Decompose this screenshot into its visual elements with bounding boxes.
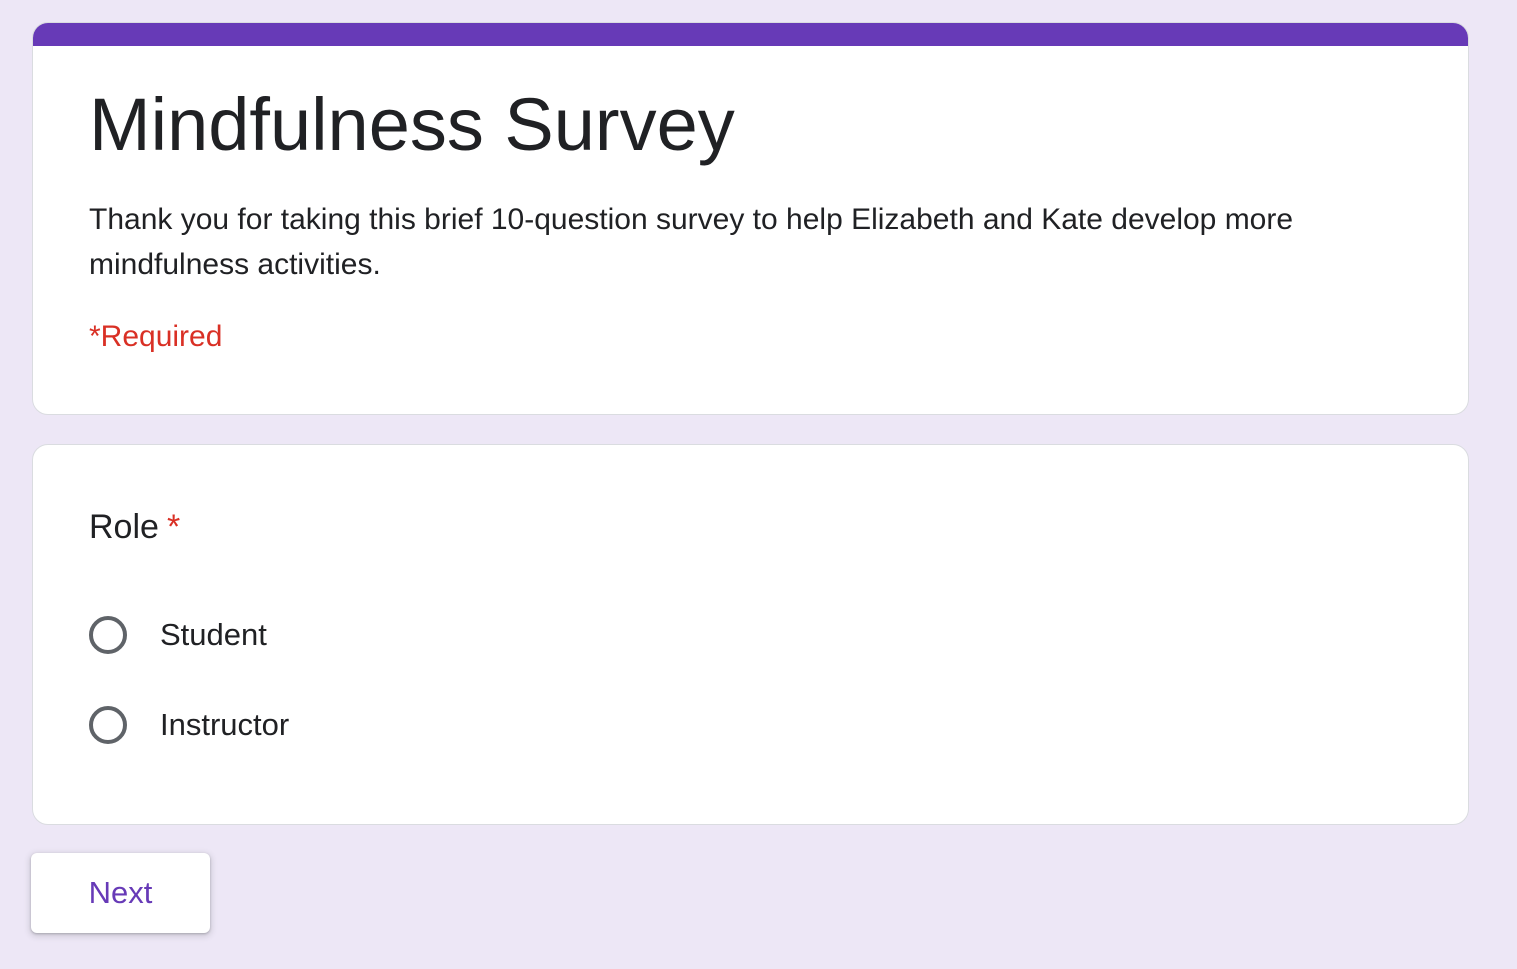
header-accent-bar (33, 23, 1468, 46)
form-title: Mindfulness Survey (89, 83, 735, 166)
required-star: * (166, 508, 181, 546)
radio-button-icon[interactable] (89, 706, 127, 744)
radio-option-student[interactable]: Student (89, 610, 267, 660)
required-note: *Required (89, 320, 223, 353)
question-title-text: Role (89, 508, 159, 546)
question-card-role: Role * Student Instructor (32, 444, 1469, 825)
radio-button-icon[interactable] (89, 616, 127, 654)
next-button[interactable]: Next (31, 853, 210, 933)
form-header-card: Mindfulness Survey Thank you for taking … (32, 22, 1469, 415)
question-title: Role * (89, 505, 180, 549)
radio-option-label: Student (160, 617, 267, 652)
radio-option-label: Instructor (160, 707, 290, 742)
form-description: Thank you for taking this brief 10-quest… (89, 203, 1294, 281)
radio-option-instructor[interactable]: Instructor (89, 700, 289, 750)
